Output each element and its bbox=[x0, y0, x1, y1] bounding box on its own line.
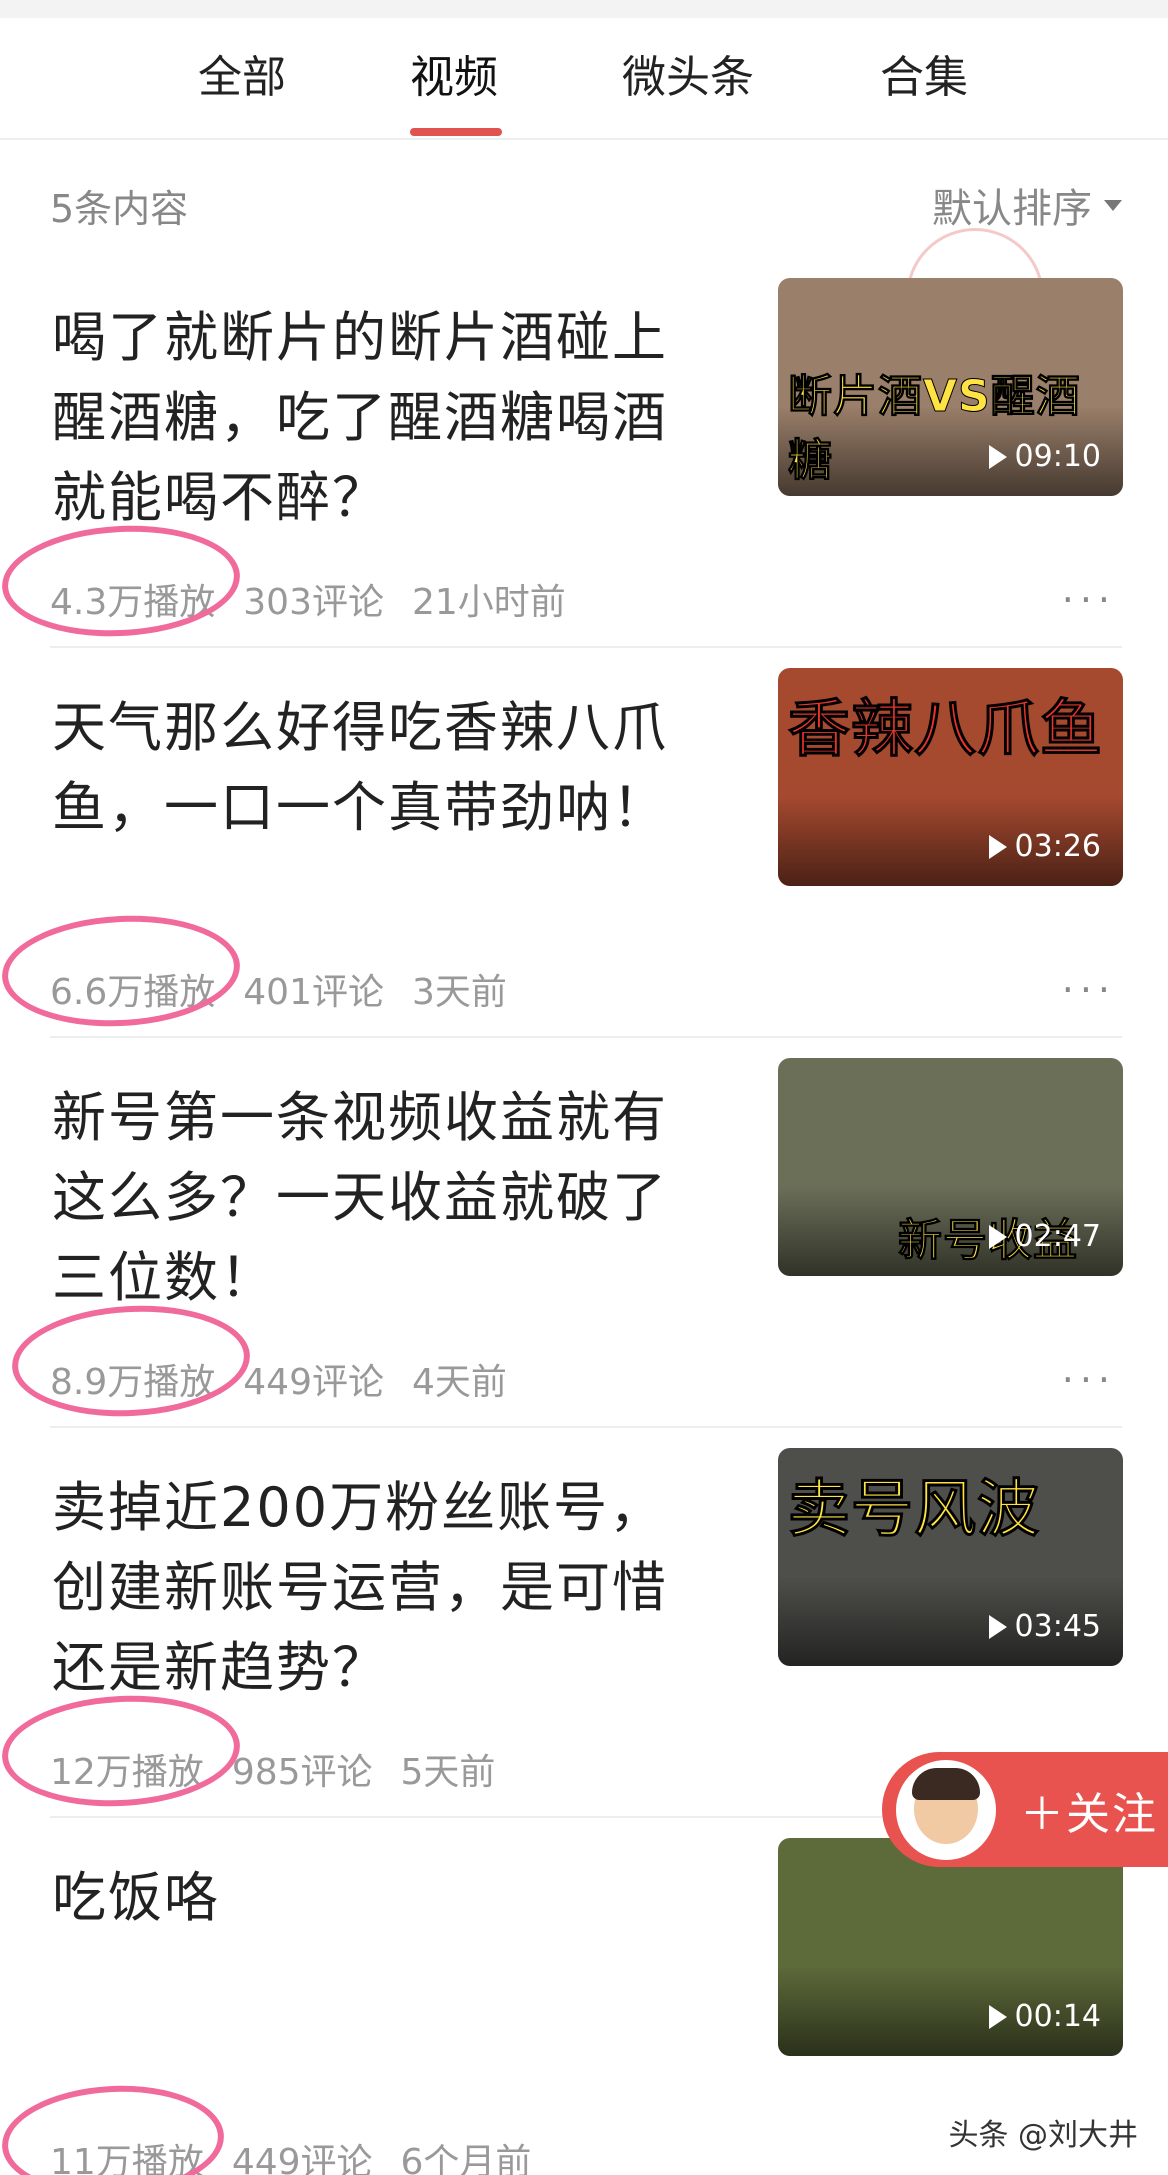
publish-time: 4天前 bbox=[411, 1362, 507, 1403]
video-duration: 02:47 bbox=[988, 1219, 1101, 1254]
list-item[interactable]: 天气那么好得吃香辣八爪鱼，一口一个真带劲呐！ 香辣八爪鱼 03:26 6.6万播… bbox=[0, 648, 1168, 1038]
play-count: 6.6万播放 bbox=[50, 972, 216, 1013]
follow-label: ＋关注 bbox=[1020, 1788, 1158, 1840]
video-thumbnail[interactable]: 卖号风波 03:45 bbox=[778, 1448, 1123, 1666]
sort-dropdown[interactable]: 默认排序 bbox=[932, 176, 1122, 234]
play-count: 8.9万播放 bbox=[50, 1362, 216, 1403]
video-meta: 6.6万播放 401评论 3天前 bbox=[50, 963, 507, 1015]
publish-time: 5天前 bbox=[400, 1752, 496, 1793]
content-count: 5条内容 bbox=[50, 187, 189, 231]
sort-label: 默认排序 bbox=[932, 186, 1092, 232]
video-list-page: 全部 视频 微头条 合集 5条内容 默认排序 头条 置顶 喝了就断片的断片酒碰上… bbox=[0, 0, 1168, 2175]
video-title[interactable]: 天气那么好得吃香辣八爪鱼，一口一个真带劲呐！ bbox=[52, 688, 702, 848]
video-duration: 00:14 bbox=[988, 1999, 1101, 2034]
comment-count: 401评论 bbox=[243, 972, 384, 1013]
more-icon[interactable]: ··· bbox=[1062, 1358, 1116, 1402]
list-item[interactable]: 新号第一条视频收益就有这么多？一天收益就破了三位数！ 新号收益 02:47 8.… bbox=[0, 1038, 1168, 1428]
publish-time: 21小时前 bbox=[411, 582, 566, 623]
list-item[interactable]: 喝了就断片的断片酒碰上醒酒糖，吃了醒酒糖喝酒就能喝不醉？ 断片酒VS醒酒糖 09… bbox=[0, 258, 1168, 648]
more-icon[interactable]: ··· bbox=[1062, 968, 1116, 1012]
duration-text: 03:45 bbox=[1014, 1609, 1101, 1644]
video-thumbnail[interactable]: 香辣八爪鱼 03:26 bbox=[778, 668, 1123, 886]
publish-time: 6个月前 bbox=[400, 2142, 532, 2175]
comment-count: 303评论 bbox=[243, 582, 384, 623]
publish-time: 3天前 bbox=[411, 972, 507, 1013]
comment-count: 449评论 bbox=[231, 2142, 373, 2175]
video-meta: 4.3万播放 303评论 21小时前 bbox=[50, 573, 566, 625]
video-thumbnail[interactable]: 新号收益 02:47 bbox=[778, 1058, 1123, 1276]
video-title[interactable]: 喝了就断片的断片酒碰上醒酒糖，吃了醒酒糖喝酒就能喝不醉？ bbox=[52, 298, 702, 538]
tab-bar: 全部 视频 微头条 合集 bbox=[0, 18, 1168, 140]
tab-collection[interactable]: 合集 bbox=[880, 48, 968, 108]
play-count: 11万播放 bbox=[50, 2142, 204, 2175]
video-duration: 03:45 bbox=[988, 1609, 1101, 1644]
video-duration: 09:10 bbox=[988, 439, 1101, 474]
video-title[interactable]: 卖掉近200万粉丝账号，创建新账号运营，是可惜还是新趋势？ bbox=[52, 1468, 702, 1708]
video-title[interactable]: 吃饭咯 bbox=[52, 1858, 702, 1938]
video-thumbnail[interactable]: 00:14 bbox=[778, 1838, 1123, 2056]
avatar-hair bbox=[912, 1767, 980, 1800]
avatar-icon bbox=[896, 1759, 996, 1860]
watermark: 头条 @刘大井 bbox=[948, 2118, 1138, 2153]
follow-button[interactable]: ＋关注 bbox=[882, 1752, 1168, 1867]
more-icon[interactable]: ··· bbox=[1062, 578, 1116, 622]
video-thumbnail[interactable]: 断片酒VS醒酒糖 09:10 bbox=[778, 278, 1123, 496]
duration-text: 09:10 bbox=[1014, 439, 1101, 474]
play-icon bbox=[988, 1614, 1007, 1639]
status-strip bbox=[0, 0, 1168, 18]
comment-count: 985评论 bbox=[231, 1752, 373, 1793]
tab-micro-headline[interactable]: 微头条 bbox=[622, 48, 754, 108]
duration-text: 03:26 bbox=[1014, 829, 1101, 864]
video-meta: 11万播放 449评论 6个月前 bbox=[50, 2133, 531, 2175]
video-meta: 8.9万播放 449评论 4天前 bbox=[50, 1353, 507, 1405]
tab-video[interactable]: 视频 bbox=[410, 48, 498, 108]
play-icon bbox=[988, 444, 1007, 469]
play-count: 12万播放 bbox=[50, 1752, 204, 1793]
play-icon bbox=[988, 1224, 1007, 1249]
sort-caret-icon bbox=[1104, 199, 1122, 211]
active-tab-indicator bbox=[410, 128, 502, 136]
video-meta: 12万播放 985评论 5天前 bbox=[50, 1743, 495, 1795]
video-title[interactable]: 新号第一条视频收益就有这么多？一天收益就破了三位数！ bbox=[52, 1078, 702, 1318]
video-duration: 03:26 bbox=[988, 829, 1101, 864]
thumbnail-caption: 卖号风波 bbox=[787, 1472, 1041, 1546]
tab-all[interactable]: 全部 bbox=[198, 48, 286, 108]
duration-text: 00:14 bbox=[1014, 1999, 1101, 2034]
duration-text: 02:47 bbox=[1014, 1219, 1101, 1254]
play-icon bbox=[988, 834, 1007, 859]
thumbnail-caption: 香辣八爪鱼 bbox=[787, 692, 1104, 766]
play-icon bbox=[988, 2004, 1007, 2029]
comment-count: 449评论 bbox=[243, 1362, 384, 1403]
play-count: 4.3万播放 bbox=[50, 582, 216, 623]
